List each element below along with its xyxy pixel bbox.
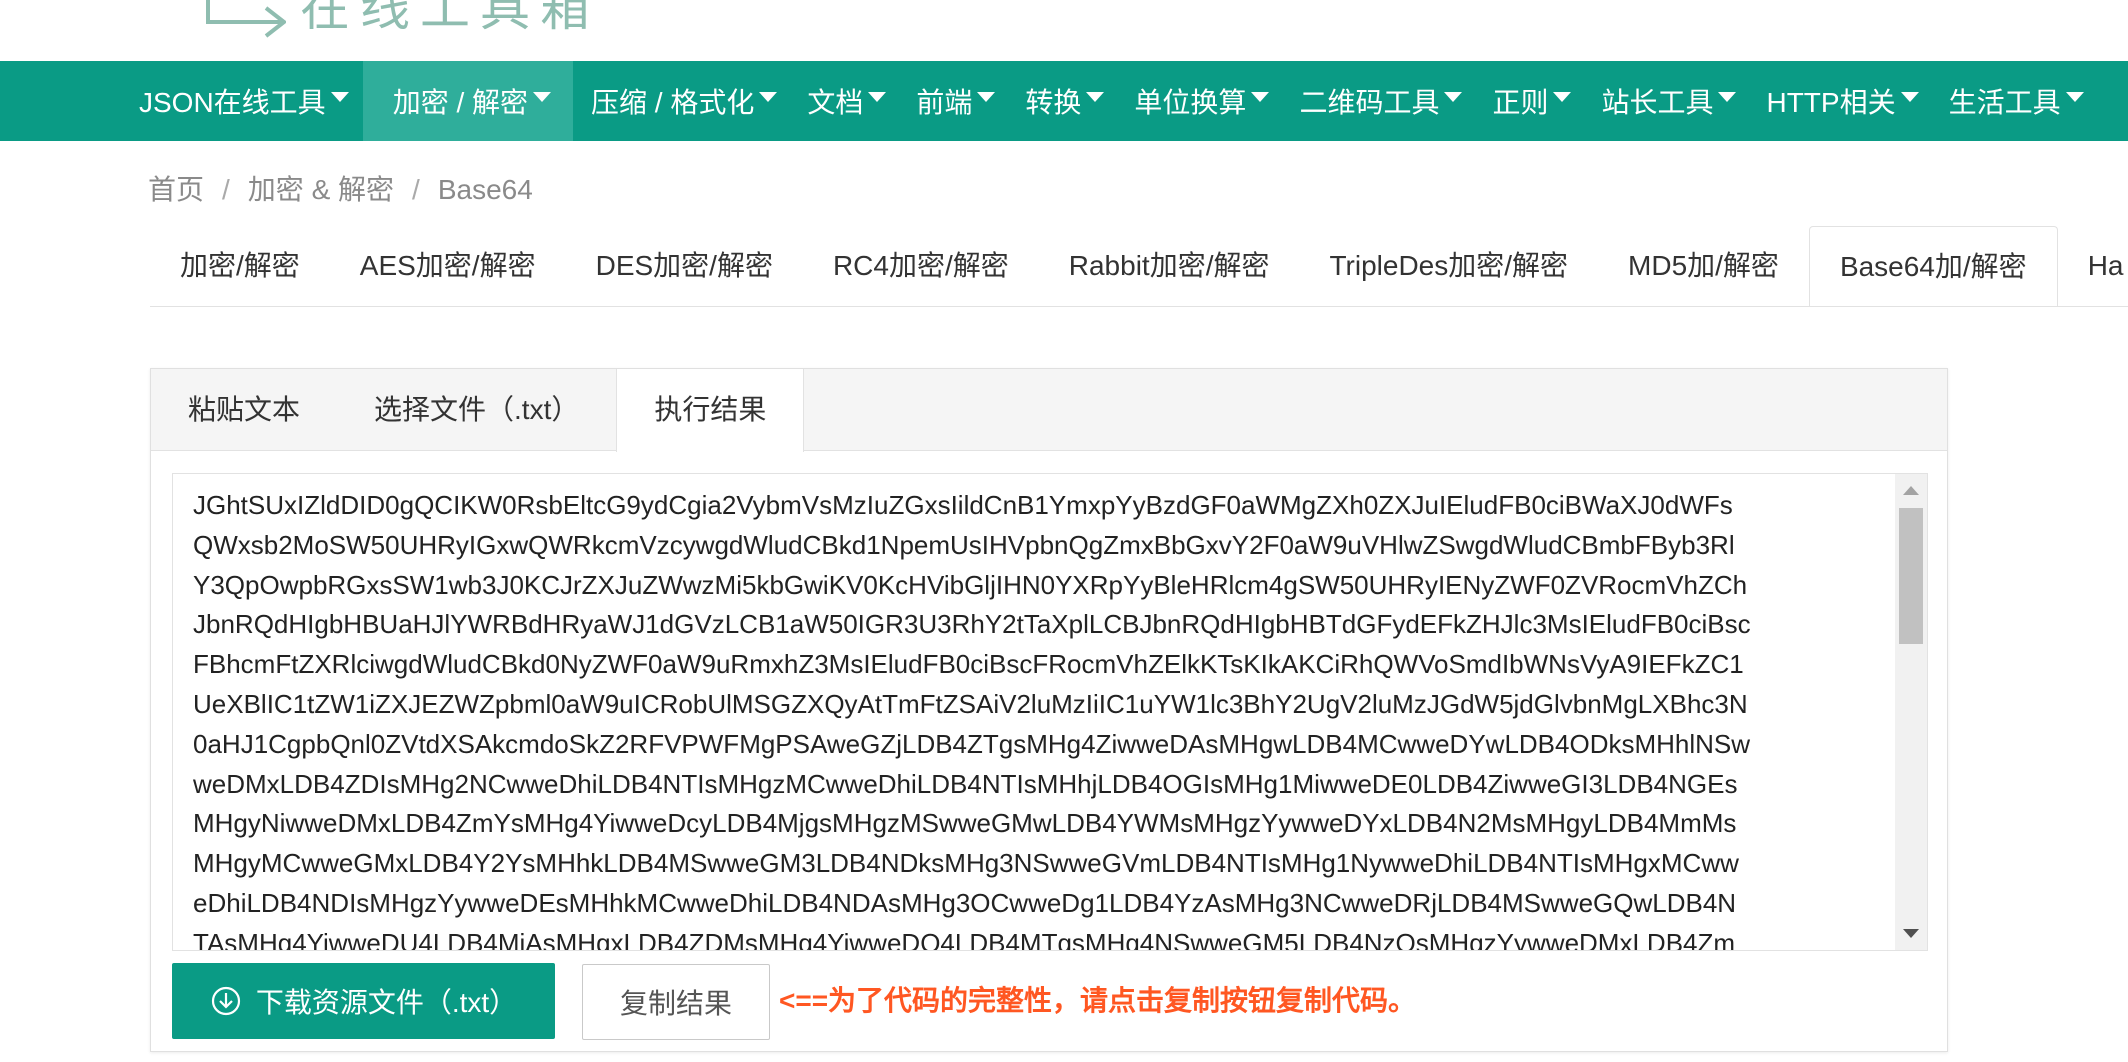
logo-header: 在线工具箱: [0, 0, 2128, 60]
tab-rabbit[interactable]: Rabbit加密/解密: [1039, 226, 1300, 306]
result-line: JbnRQdHIgbHBUaHJlYWRBdHRyaWJ1dGVzLCB1aW5…: [193, 609, 1751, 640]
result-line: MHgyNiwweDMxLDB4ZmYsMHg4YiwweDcyLDB4Mjgs…: [193, 808, 1737, 839]
result-line: weDMxLDB4ZDIsMHg2NCwweDhiLDB4NTIsMHgzMCw…: [193, 768, 1738, 799]
result-line: Y3QpOwpbRGxsSW1wb3J0KCJrZXJuZWwzMi5kbGwi…: [193, 569, 1748, 600]
nav-label: 文档: [807, 87, 864, 118]
scroll-up-arrow-icon[interactable]: [1903, 486, 1919, 495]
caret-down-icon: [2065, 92, 2084, 102]
tab-base64[interactable]: Base64加/解密: [1808, 226, 2058, 306]
caret-down-icon: [977, 92, 996, 102]
nav-item-life[interactable]: 生活工具: [1949, 61, 2104, 141]
tab-result[interactable]: 执行结果: [616, 369, 805, 452]
result-line: eDhiLDB4NDIsMHgzYywweDEsMHhkMCwweDhiLDB4…: [193, 887, 1737, 918]
nav-item-http[interactable]: HTTP相关: [1766, 61, 1938, 141]
nav-label: 压缩 / 格式化: [591, 87, 755, 118]
tab-md5[interactable]: MD5加/解密: [1598, 226, 1809, 306]
caret-down-icon: [1086, 92, 1105, 102]
nav-item-qrcode[interactable]: 二维码工具: [1299, 61, 1482, 141]
breadcrumb: 首页 / 加密 & 解密 / Base64: [148, 168, 533, 208]
arrow-logo-icon: [206, 0, 286, 38]
caret-down-icon: [759, 92, 778, 102]
nav-item-docs[interactable]: 文档: [807, 61, 906, 141]
nav-label: 生活工具: [1948, 87, 2061, 118]
nav-label: 单位换算: [1134, 87, 1247, 118]
caret-down-icon: [1251, 92, 1270, 102]
tab-paste-text[interactable]: 粘贴文本: [151, 369, 337, 450]
copy-result-button[interactable]: 复制结果: [582, 964, 770, 1040]
breadcrumb-separator: /: [222, 174, 230, 205]
result-line: MHgyMCwweGMxLDB4Y2YsMHhkLDB4MSwweGM3LDB4…: [193, 848, 1739, 879]
caret-down-icon: [330, 92, 349, 102]
nav-label: 转换: [1025, 87, 1082, 118]
caret-down-icon: [1444, 92, 1463, 102]
download-circle-icon: [210, 985, 242, 1017]
nav-item-json[interactable]: JSON在线工具: [137, 61, 369, 141]
nav-item-regex[interactable]: 正则: [1492, 61, 1591, 141]
breadcrumb-section[interactable]: 加密 & 解密: [248, 174, 394, 205]
main-nav: JSON在线工具 加密 / 解密 压缩 / 格式化 文档 前端 转换 单位换算 …: [0, 61, 2128, 141]
tool-tabs: 加密/解密 AES加密/解密 DES加密/解密 RC4加密/解密 Rabbit加…: [150, 226, 2128, 307]
nav-label: 正则: [1492, 87, 1549, 118]
result-textarea[interactable]: JGhtSUxIZldDID0gQCIKW0RsbEltcG9ydCgia2Vy…: [172, 473, 1928, 951]
tab-encrypt-decrypt[interactable]: 加密/解密: [150, 226, 330, 306]
nav-item-convert[interactable]: 转换: [1025, 61, 1124, 141]
download-file-button[interactable]: 下载资源文件（.txt）: [172, 963, 555, 1039]
caret-down-icon: [1718, 92, 1737, 102]
breadcrumb-current: Base64: [437, 174, 533, 205]
nav-label: JSON在线工具: [139, 87, 326, 118]
base64-panel: 粘贴文本 选择文件（.txt） 执行结果 JGhtSUxIZldDID0gQCI…: [150, 368, 1948, 1052]
tab-tripledes[interactable]: TripleDes加密/解密: [1299, 226, 1598, 306]
nav-label: HTTP相关: [1766, 87, 1896, 118]
tab-select-file[interactable]: 选择文件（.txt）: [337, 369, 616, 450]
caret-down-icon: [1553, 92, 1572, 102]
nav-label: 站长工具: [1601, 87, 1714, 118]
tab-des[interactable]: DES加密/解密: [566, 226, 803, 306]
caret-down-icon: [868, 92, 887, 102]
download-label: 下载资源文件（.txt）: [255, 987, 518, 1018]
nav-label: 加密 / 解密: [392, 87, 529, 118]
scroll-down-arrow-icon[interactable]: [1903, 929, 1919, 938]
nav-item-webmaster[interactable]: 站长工具: [1601, 61, 1756, 141]
nav-item-units[interactable]: 单位换算: [1134, 61, 1289, 141]
nav-label: 前端: [916, 87, 973, 118]
nav-item-frontend[interactable]: 前端: [916, 61, 1015, 141]
nav-item-encrypt[interactable]: 加密 / 解密: [362, 61, 574, 141]
breadcrumb-home[interactable]: 首页: [148, 174, 204, 205]
caret-down-icon: [533, 92, 552, 102]
caret-down-icon: [1900, 92, 1919, 102]
breadcrumb-separator: /: [412, 174, 420, 205]
panel-tabs: 粘贴文本 选择文件（.txt） 执行结果: [151, 369, 1947, 452]
result-line: QWxsb2MoSW50UHRyIGxwQWRkcmVzcywgdWludCBk…: [193, 529, 1735, 560]
nav-item-compress[interactable]: 压缩 / 格式化: [591, 61, 797, 141]
result-text: JGhtSUxIZldDID0gQCIKW0RsbEltcG9ydCgia2Vy…: [193, 486, 1893, 951]
result-line: FBhcmFtZXRlciwgdWludCBkd0NyZWF0aW9uRmxhZ…: [193, 649, 1744, 680]
result-line: 0aHJ1CgpbQnl0ZVtdXSAkcmdoSkZ2RFVPWFMgPSA…: [193, 728, 1751, 759]
nav-label: 二维码工具: [1299, 87, 1440, 118]
tab-aes[interactable]: AES加密/解密: [330, 226, 566, 306]
tab-rc4[interactable]: RC4加密/解密: [803, 226, 1039, 306]
result-line: TAsMHg4YiwweDU4LDB4MjAsMHgxLDB4ZDMsMHg4Y…: [193, 927, 1736, 951]
copy-hint-text: <==为了代码的完整性，请点击复制按钮复制代码。: [779, 985, 1417, 1016]
result-line: UeXBlIC1tZW1iZXJEZWZpbml0aW9uICRobUlMSGZ…: [193, 688, 1748, 719]
tab-hash[interactable]: Ha: [2058, 226, 2128, 306]
scrollbar-thumb[interactable]: [1899, 508, 1923, 644]
result-line: JGhtSUxIZldDID0gQCIKW0RsbEltcG9ydCgia2Vy…: [193, 490, 1733, 520]
vertical-scrollbar[interactable]: [1895, 474, 1927, 950]
logo-text[interactable]: 在线工具箱: [300, 0, 600, 38]
